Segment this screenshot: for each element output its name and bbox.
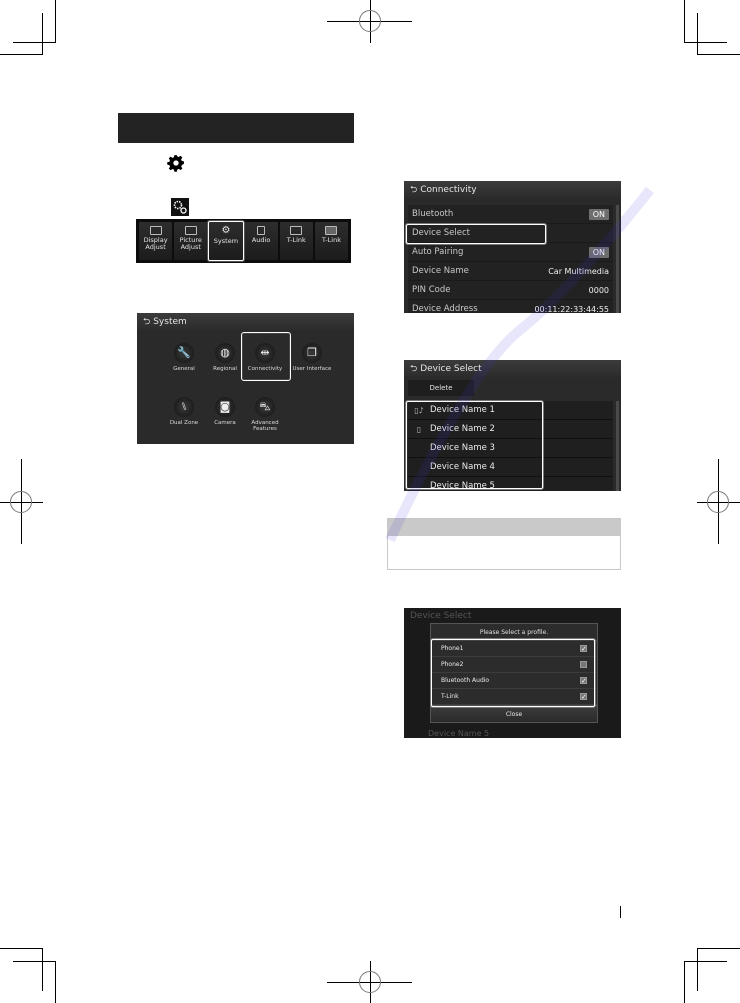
close-button[interactable]: Close — [431, 705, 597, 722]
screen-title: Device Select — [420, 364, 482, 374]
connectivity-screen: ⮌ Connectivity Bluetooth ON Device Selec… — [404, 181, 621, 313]
system-item-general[interactable]: 🔧 General — [161, 343, 207, 372]
car-icon: ⛍ — [255, 397, 275, 417]
note-header — [388, 519, 620, 536]
globe-icon: ◍ — [215, 343, 235, 363]
item-label: Features — [253, 426, 277, 432]
camera-icon: ◙ — [215, 397, 235, 417]
row-label: Device Address — [412, 304, 478, 313]
item-label: Camera — [214, 420, 236, 426]
crop-mark — [13, 961, 56, 962]
registration-circle — [359, 971, 381, 993]
seats-icon: ⑊ — [174, 397, 194, 417]
tlink-icon — [290, 226, 303, 235]
row-auto-pairing[interactable]: Auto Pairing ON — [408, 243, 613, 262]
selection-highlight — [406, 224, 546, 244]
display-adjust-icon — [149, 226, 162, 235]
page-marker — [620, 906, 621, 918]
selection-highlight — [406, 401, 543, 489]
row-pin-code[interactable]: PIN Code 0000 — [408, 281, 613, 300]
crop-mark — [697, 54, 740, 55]
crop-mark — [684, 961, 685, 1003]
menu-label: Adjust — [180, 243, 201, 251]
bluetooth-toggle[interactable]: ON — [588, 208, 609, 220]
menu-audio[interactable]: Audio — [244, 222, 278, 260]
registration-circle — [707, 491, 729, 513]
menu-display-adjust[interactable]: Display Adjust — [139, 222, 173, 260]
crop-mark — [684, 0, 685, 43]
row-bluetooth[interactable]: Bluetooth ON — [408, 205, 613, 224]
screen-title-bar: ⮌ Connectivity — [404, 181, 621, 199]
wrench-icon: 🔧 — [174, 343, 194, 363]
selection-highlight — [241, 332, 291, 381]
row-label: Device Name — [412, 266, 469, 276]
scrollbar[interactable] — [616, 401, 619, 491]
system-item-advanced-features[interactable]: ⛍ Advanced Features — [242, 397, 288, 432]
gear-icon — [167, 155, 184, 172]
crop-mark — [697, 948, 698, 991]
background-device-name: Device Name 5 — [428, 729, 490, 738]
selection-highlight — [431, 639, 595, 707]
menu-picture-adjust[interactable]: Picture Adjust — [174, 222, 208, 260]
row-device-address: Device Address 00:11:22:33:44:55 — [408, 300, 613, 313]
screen-title-bar: ⮌ Device Select — [404, 360, 621, 378]
system-item-dual-zone[interactable]: ⑊ Dual Zone — [161, 397, 207, 426]
row-value: 0000 — [588, 285, 609, 295]
note-box — [387, 518, 621, 570]
registration-circle — [10, 491, 32, 513]
screen-title-bar: ⮌ System — [137, 313, 354, 331]
gears-icon — [171, 198, 189, 216]
back-arrow-icon[interactable]: ⮌ — [410, 361, 417, 377]
row-device-name[interactable]: Device Name Car Multimedia — [408, 262, 613, 281]
picture-adjust-icon — [184, 226, 197, 235]
crop-mark — [0, 54, 43, 55]
menu-tlink-1[interactable]: T-Link — [279, 222, 313, 260]
row-value: 00:11:22:33:44:55 — [534, 304, 609, 314]
item-label: User Interface — [292, 366, 332, 372]
menu-label: Adjust — [145, 243, 166, 251]
delete-button[interactable]: Delete — [408, 380, 474, 396]
screen-title: Connectivity — [420, 185, 477, 195]
settings-list: Bluetooth ON Device Select Auto Pairing … — [408, 205, 613, 313]
menu-label: Audio — [251, 236, 271, 244]
crop-mark — [697, 13, 698, 55]
system-item-user-interface[interactable]: ❐ User Interface — [287, 343, 337, 372]
menu-label: T-Link — [286, 236, 306, 244]
auto-pairing-toggle[interactable]: ON — [588, 246, 609, 258]
crop-mark — [55, 961, 56, 1003]
crop-mark — [42, 948, 43, 991]
section-header-bar — [118, 113, 354, 143]
row-value: Car Multimedia — [548, 266, 609, 276]
screen-title: System — [153, 317, 187, 327]
menu-label: System — [213, 237, 239, 245]
crop-mark — [684, 961, 727, 962]
back-arrow-icon[interactable]: ⮌ — [143, 314, 150, 330]
crop-mark — [13, 42, 56, 43]
background-title: Device Select — [410, 611, 472, 621]
menu-system[interactable]: ⚙ System — [208, 221, 244, 261]
crop-mark — [697, 948, 740, 949]
menu-tlink-2[interactable]: T-Link — [314, 222, 349, 260]
gears-glyph — [173, 200, 187, 214]
row-label: Auto Pairing — [412, 247, 464, 257]
menu-label: T-Link — [321, 236, 341, 244]
item-label: Dual Zone — [169, 420, 199, 426]
item-label: General — [173, 366, 195, 372]
registration-circle — [359, 10, 381, 32]
scrollbar[interactable] — [616, 205, 619, 313]
item-label: Regional — [213, 366, 237, 372]
crop-mark — [684, 42, 727, 43]
top-menu-strip: Display Adjust Picture Adjust ⚙ System A… — [136, 219, 351, 263]
crop-mark — [55, 0, 56, 43]
row-label: Bluetooth — [412, 209, 454, 219]
windows-icon: ❐ — [302, 343, 322, 363]
row-label: PIN Code — [412, 285, 451, 295]
crop-mark — [0, 948, 43, 949]
crop-mark — [42, 13, 43, 55]
tlink-icon — [325, 226, 338, 235]
audio-icon — [257, 226, 266, 235]
back-arrow-icon[interactable]: ⮌ — [410, 182, 417, 198]
gears-icon: ⚙ — [221, 225, 231, 236]
